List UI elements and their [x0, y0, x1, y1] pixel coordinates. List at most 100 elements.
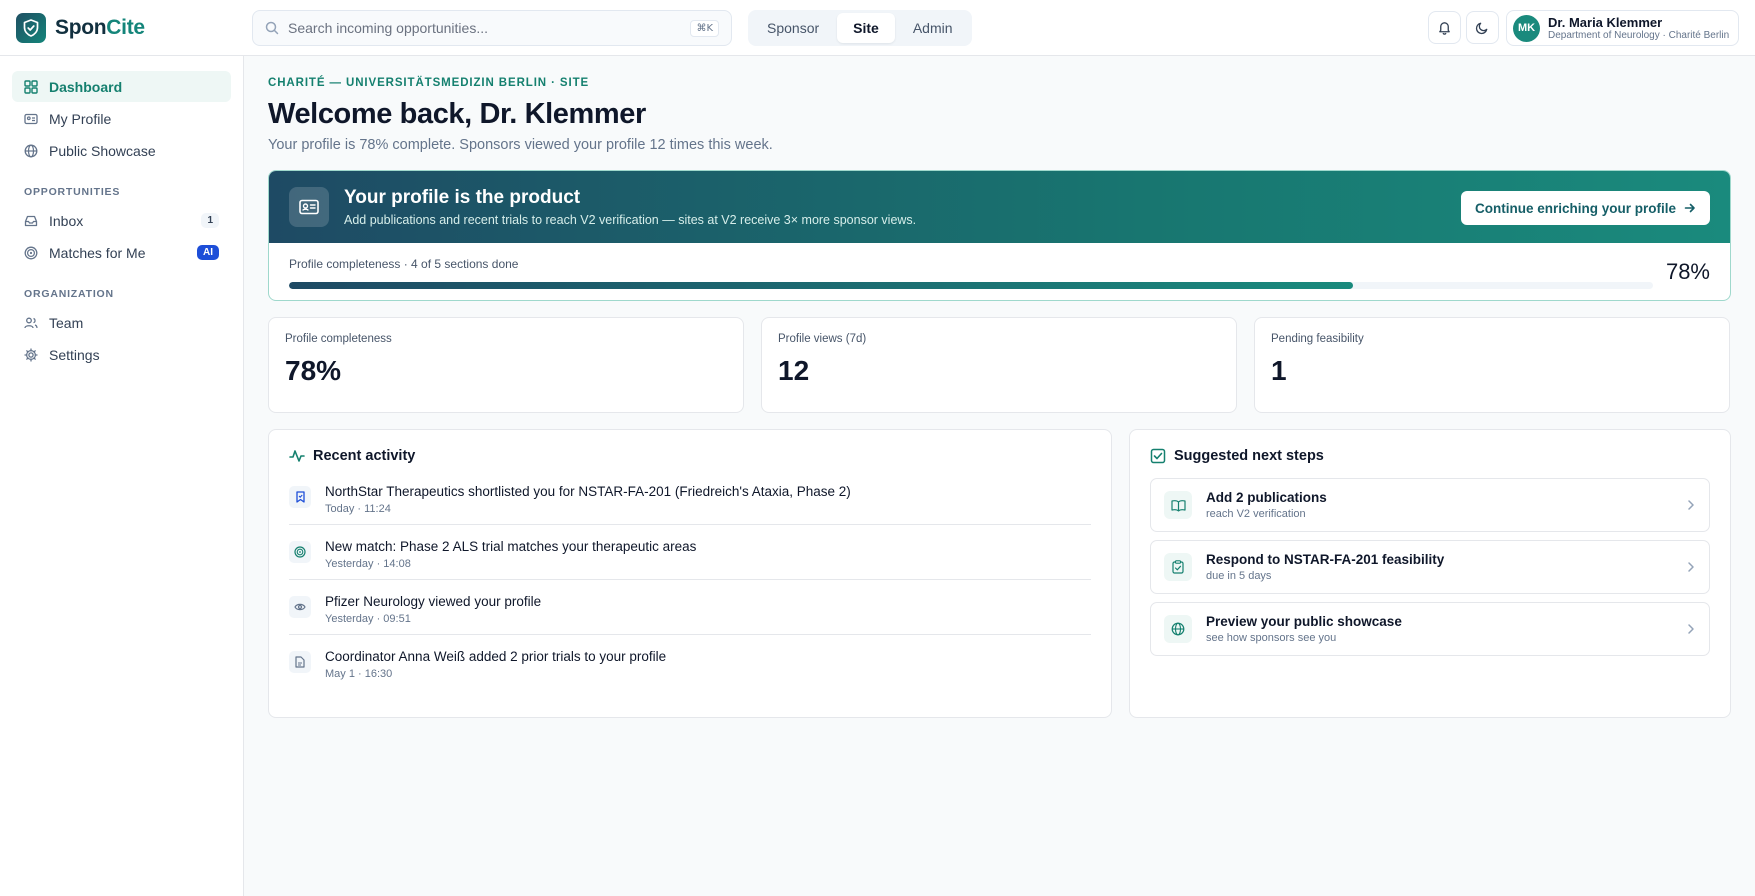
progress-percent: 78%: [1665, 259, 1710, 284]
gear-icon: [24, 347, 38, 362]
activity-time: Yesterday · 14:08: [325, 558, 411, 570]
step-title: Add 2 publications: [1206, 490, 1327, 505]
eye-icon: [289, 596, 311, 618]
page-eyebrow: CHARITÉ — UNIVERSITÄTSMEDIZIN BERLIN · S…: [268, 77, 590, 89]
clipboard-check-icon: [1164, 553, 1192, 581]
panel-title: Suggested next steps: [1174, 448, 1324, 464]
avatar: MK: [1513, 14, 1540, 42]
sidebar-section-opportunities: OPPORTUNITIES: [24, 186, 121, 198]
target-icon: [24, 246, 38, 259]
inbox-count-badge: 1: [201, 213, 219, 228]
panel-title: Recent activity: [313, 448, 416, 464]
theme-toggle-button[interactable]: [1466, 11, 1499, 44]
shield-logo-icon: [16, 13, 46, 43]
activity-list: NorthStar Therapeutics shortlisted you f…: [289, 478, 1091, 689]
activity-icon: [289, 450, 305, 462]
sidebar-item-my-profile[interactable]: My Profile: [12, 103, 231, 134]
recent-activity-panel: Recent activity NorthStar Therapeutics s…: [268, 429, 1112, 718]
stat-label: Profile completeness: [285, 333, 392, 345]
step-title: Preview your public showcase: [1206, 614, 1402, 629]
page-title: Welcome back, Dr. Klemmer: [268, 98, 646, 130]
target-icon: [289, 541, 311, 563]
activity-title: New match: Phase 2 ALS trial matches you…: [325, 539, 697, 554]
brand[interactable]: SponCite: [16, 13, 145, 43]
sidebar-item-settings[interactable]: Settings: [12, 339, 231, 370]
sidebar: Dashboard My Profile Public Showcase OPP…: [0, 56, 244, 896]
sidebar-item-label: Matches for Me: [49, 244, 146, 261]
user-menu[interactable]: MK Dr. Maria Klemmer Department of Neuro…: [1506, 10, 1739, 46]
brand-name: SponCite: [55, 16, 145, 39]
stat-card-profile-views: Profile views (7d) 12: [761, 317, 1237, 413]
search-input[interactable]: [288, 20, 682, 36]
globe-icon: [1164, 615, 1192, 643]
sidebar-item-matches-for-me[interactable]: Matches for Me AI: [12, 237, 231, 268]
chevron-right-icon: [1688, 500, 1694, 510]
sidebar-item-team[interactable]: Team: [12, 307, 231, 338]
role-tab-admin[interactable]: Admin: [897, 13, 969, 43]
stat-card-profile-completeness: Profile completeness 78%: [268, 317, 744, 413]
hero-title: Your profile is the product: [344, 187, 581, 208]
id-card-icon: [24, 113, 38, 124]
checkbox-icon: [1150, 448, 1166, 464]
page-subtitle: Your profile is 78% complete. Sponsors v…: [268, 137, 773, 153]
list-item[interactable]: Coordinator Anna Weiß added 2 prior tria…: [289, 643, 1091, 689]
main-content: CHARITÉ — UNIVERSITÄTSMEDIZIN BERLIN · S…: [268, 56, 1731, 718]
suggested-next-steps-panel: Suggested next steps Add 2 publications …: [1129, 429, 1731, 718]
ai-badge: AI: [197, 245, 219, 260]
sidebar-item-dashboard[interactable]: Dashboard: [12, 71, 231, 102]
step-subtitle: due in 5 days: [1206, 570, 1272, 582]
list-item[interactable]: New match: Phase 2 ALS trial matches you…: [289, 533, 1091, 580]
sidebar-item-label: Team: [49, 314, 84, 331]
sidebar-item-label: Dashboard: [49, 78, 123, 95]
sidebar-section-organization: ORGANIZATION: [24, 288, 114, 300]
arrow-right-icon: [1684, 203, 1695, 213]
stat-label: Pending feasibility: [1271, 333, 1364, 345]
activity-time: Today · 11:24: [325, 503, 391, 515]
stat-label: Profile views (7d): [778, 333, 867, 345]
activity-time: May 1 · 16:30: [325, 668, 393, 680]
stat-value: 78%: [285, 355, 342, 386]
next-step-respond-feasibility[interactable]: Respond to NSTAR-FA-201 feasibility due …: [1150, 540, 1710, 594]
notifications-button[interactable]: [1428, 11, 1461, 44]
hero-description: Add publications and recent trials to re…: [344, 213, 917, 227]
cta-label: Continue enriching your profile: [1474, 200, 1676, 216]
progress-fill: [289, 282, 1353, 289]
sidebar-item-inbox[interactable]: Inbox 1: [12, 205, 231, 236]
stat-card-pending-feasibility: Pending feasibility 1: [1254, 317, 1730, 413]
next-steps-list: Add 2 publications reach V2 verification…: [1150, 478, 1710, 656]
book-icon: [1164, 491, 1192, 519]
stats-row: Profile completeness 78% Profile views (…: [268, 317, 1731, 413]
user-department: Department of Neurology · Charité Berlin: [1548, 29, 1730, 41]
chevron-right-icon: [1688, 562, 1694, 572]
profile-progress: Profile completeness · 4 of 5 sections d…: [269, 243, 1730, 300]
activity-time: Yesterday · 09:51: [325, 613, 411, 625]
activity-title: Coordinator Anna Weiß added 2 prior tria…: [325, 649, 667, 664]
sidebar-item-label: Public Showcase: [49, 142, 156, 159]
step-subtitle: see how sponsors see you: [1206, 632, 1337, 644]
bookmark-icon: [289, 486, 311, 508]
continue-enriching-profile-button[interactable]: Continue enriching your profile: [1460, 191, 1710, 225]
bell-icon: [1439, 22, 1450, 35]
progress-label: Profile completeness · 4 of 5 sections d…: [289, 257, 519, 271]
activity-title: NorthStar Therapeutics shortlisted you f…: [325, 484, 851, 499]
next-step-preview-showcase[interactable]: Preview your public showcase see how spo…: [1150, 602, 1710, 656]
user-name: Dr. Maria Klemmer: [1548, 14, 1663, 30]
step-subtitle: reach V2 verification: [1206, 508, 1306, 520]
chevron-right-icon: [1688, 624, 1694, 634]
inbox-icon: [24, 215, 38, 226]
list-item[interactable]: NorthStar Therapeutics shortlisted you f…: [289, 478, 1091, 525]
search-bar[interactable]: ⌘K: [252, 10, 732, 46]
sidebar-item-public-showcase[interactable]: Public Showcase: [12, 135, 231, 166]
list-item[interactable]: Pfizer Neurology viewed your profile Yes…: [289, 588, 1091, 635]
sidebar-item-label: My Profile: [49, 110, 112, 127]
sidebar-item-label: Inbox: [49, 212, 84, 229]
moon-icon: [1475, 22, 1488, 35]
role-tab-site[interactable]: Site: [837, 13, 895, 43]
top-bar: SponCite ⌘K Sponsor Site Admin MK Dr. Ma…: [0, 0, 1755, 56]
role-switcher: Sponsor Site Admin: [748, 10, 972, 46]
sidebar-item-label: Settings: [49, 346, 100, 363]
search-shortcut: ⌘K: [690, 19, 719, 37]
role-tab-sponsor[interactable]: Sponsor: [751, 13, 835, 43]
next-step-add-publications[interactable]: Add 2 publications reach V2 verification: [1150, 478, 1710, 532]
globe-icon: [24, 144, 38, 157]
